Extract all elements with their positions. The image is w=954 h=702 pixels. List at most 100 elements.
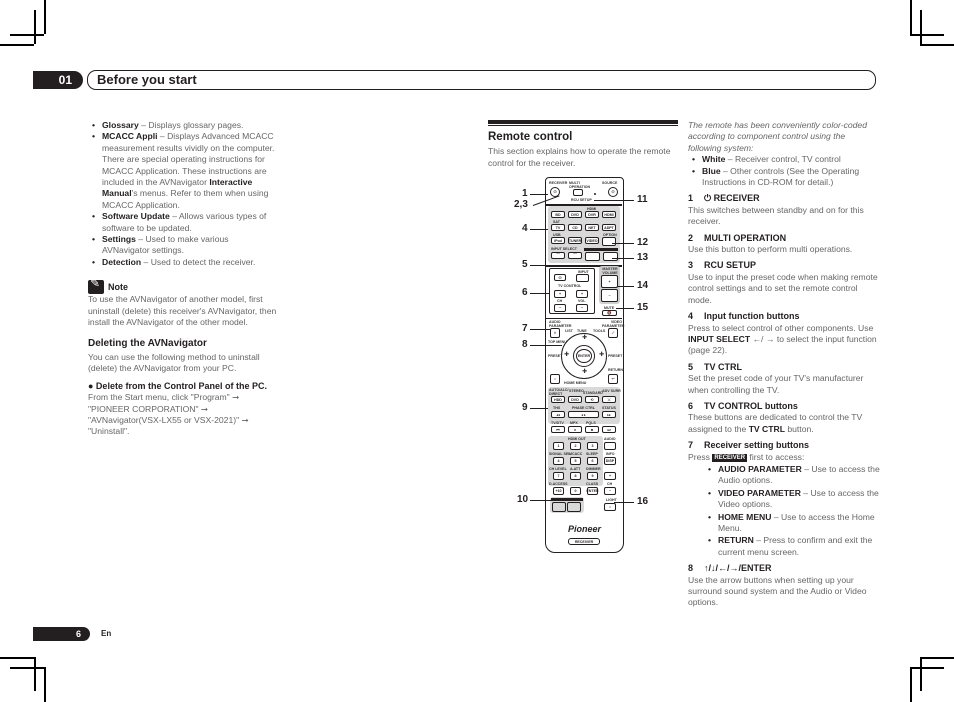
- list-item: Glossary – Displays glossary pages.: [88, 120, 278, 132]
- item-text: Use to input the preset code when making…: [688, 271, 878, 305]
- list-item: Settings – Used to make various AVNaviga…: [88, 234, 278, 257]
- item-text: Press RECEIVER first to access:: [688, 451, 805, 462]
- zone3-button: [567, 502, 581, 512]
- vol-label: VOL: [578, 299, 586, 303]
- tv-vol-up-button: +: [576, 290, 588, 298]
- tv-dtv-label: TV/DTV: [551, 421, 564, 425]
- item-text: This switches between standby and on for…: [688, 204, 864, 227]
- num-0-button: 0: [570, 487, 581, 495]
- crop-mark: [44, 667, 46, 702]
- section-heading: Deleting the AVNavigator: [88, 337, 207, 349]
- note-heading: Note: [88, 278, 278, 295]
- zone2-button: [552, 502, 566, 512]
- receiver-mode-button: [603, 252, 618, 261]
- input-adpt-button: ADPT: [602, 224, 616, 231]
- transport-prev-button: ⏮: [551, 426, 565, 433]
- list-item: White – Receiver control, TV control: [688, 154, 880, 166]
- num-3-button: 3: [587, 442, 598, 450]
- tools-label: TOOLS: [593, 329, 606, 333]
- crop-mark: [920, 10, 922, 44]
- receiver-label: RECEIVER: [549, 181, 568, 185]
- list-item: RETURN – Press to confirm and exit the c…: [704, 535, 880, 558]
- middle-column: Remote control This section explains how…: [488, 120, 678, 169]
- ch-down-button: −: [604, 487, 616, 495]
- crop-mark: [910, 667, 944, 669]
- master-volume-down-button: −: [601, 289, 618, 302]
- disp-button: DISP: [604, 457, 616, 465]
- input-dvd-button: DVD: [568, 211, 582, 218]
- num-4-button: 4: [553, 457, 564, 465]
- item-text: These buttons are dedicated to control t…: [688, 412, 863, 434]
- list-item: Blue – Other controls (See the Operating…: [688, 166, 880, 189]
- callout-line: [612, 243, 634, 244]
- sound-adv-surr-button: ⤫: [602, 396, 616, 403]
- callout-number: 11: [637, 194, 648, 205]
- input-select-label: INPUT SELECT: [551, 247, 577, 251]
- thx-button: ◂◂: [551, 411, 565, 418]
- item-heading: 1 ⏻ RECEIVER: [688, 193, 760, 204]
- stereo-label: STEREO: [569, 389, 584, 393]
- callout-line: [614, 502, 634, 503]
- transport-pause-button: ⏸: [568, 426, 582, 433]
- crop-mark: [910, 0, 912, 34]
- input-video-button: VIDEO: [585, 237, 599, 244]
- sub-heading: ● Delete from the Control Panel of the P…: [88, 380, 267, 391]
- callout-number: 4: [522, 223, 528, 234]
- multi-operation-button: [573, 189, 583, 196]
- multi-operation-label: MULTI OPERATION: [569, 181, 591, 189]
- arrow-left-icon: ✚: [564, 352, 570, 358]
- input-cd-button: CD: [568, 224, 582, 231]
- input-select-left-button: ⌒: [551, 252, 565, 259]
- callout-number: 12: [637, 237, 649, 248]
- tv-ctrl-receiver-label-bar: [584, 248, 618, 251]
- item-text: Press to select control of other compone…: [688, 322, 877, 356]
- mpx-label: MPX: [570, 421, 578, 425]
- item-text: Use this button to perform multi operati…: [688, 244, 853, 255]
- status-button: ▸▸: [602, 411, 616, 418]
- section-rule-thin: [488, 125, 678, 126]
- callout-line: [616, 308, 634, 309]
- item-text: Use the arrow buttons when setting up yo…: [688, 574, 867, 608]
- note-text: To use the AVNavigator of another model,…: [88, 294, 277, 328]
- chapter-title-frame: [87, 70, 876, 90]
- source-power-button: ⏻: [608, 187, 618, 197]
- audio-parameter-button: ✕: [550, 328, 560, 338]
- remote-control-title: Remote control: [488, 131, 573, 143]
- callout-number: 9: [522, 402, 528, 413]
- divider: [546, 318, 622, 319]
- auto-alc-direct-label: AUTO/ALC/ DIRECT: [549, 388, 569, 396]
- sound-standard-button: ⟲: [585, 396, 599, 403]
- callout-line: [530, 500, 552, 501]
- tv-ctrl-button: [585, 252, 600, 261]
- num-1-button: 1: [553, 442, 564, 450]
- left-column: Glossary – Displays glossary pages. MCAC…: [88, 120, 278, 438]
- num-8-button: 8: [570, 472, 581, 480]
- sub-text: From the Start menu, click "Program" ➞ "…: [88, 392, 249, 437]
- home-menu-button: ⌂: [550, 374, 560, 384]
- item-heading: 3 RCU SETUP: [688, 260, 757, 271]
- d-access-label: D.ACCESS: [549, 482, 568, 486]
- zone-label-bar: [551, 498, 583, 501]
- transport-next-button: ⏭: [602, 426, 616, 433]
- video-parameter-label: VIDEO PARAMETER: [602, 320, 625, 328]
- audio-button: [604, 442, 616, 450]
- tv-control-label: TV CONTROL: [558, 284, 582, 288]
- video-parameter-button: ⟋: [608, 328, 618, 338]
- item-heading: 7 Receiver setting buttons: [688, 440, 810, 451]
- adv-surr-label: ADV SURR: [602, 389, 621, 393]
- tv-vol-down-button: −: [576, 304, 588, 312]
- receiver-badge: RECEIVER: [712, 453, 748, 462]
- tv-ch-up-button: +: [554, 290, 566, 298]
- audio-parameter-label: AUDIO PARAMETER: [549, 320, 572, 328]
- list-item: Software Update – Allows various types o…: [88, 211, 278, 234]
- list-item: VIDEO PARAMETER – Use to access the Vide…: [704, 488, 880, 511]
- home-menu-label: HOME MENU: [564, 381, 587, 385]
- list-item: Detection – Used to detect the receiver.: [88, 257, 278, 269]
- item-heading: 4 Input function buttons: [688, 311, 800, 322]
- return-label: RETURN: [608, 368, 623, 372]
- input-tuner-button: TUNER: [568, 237, 582, 244]
- thx-label: THX: [553, 406, 561, 410]
- color-code-intro: The remote has been conveniently color-c…: [688, 120, 867, 153]
- option-button: [602, 237, 616, 246]
- standard-label: STANDARD: [583, 391, 603, 395]
